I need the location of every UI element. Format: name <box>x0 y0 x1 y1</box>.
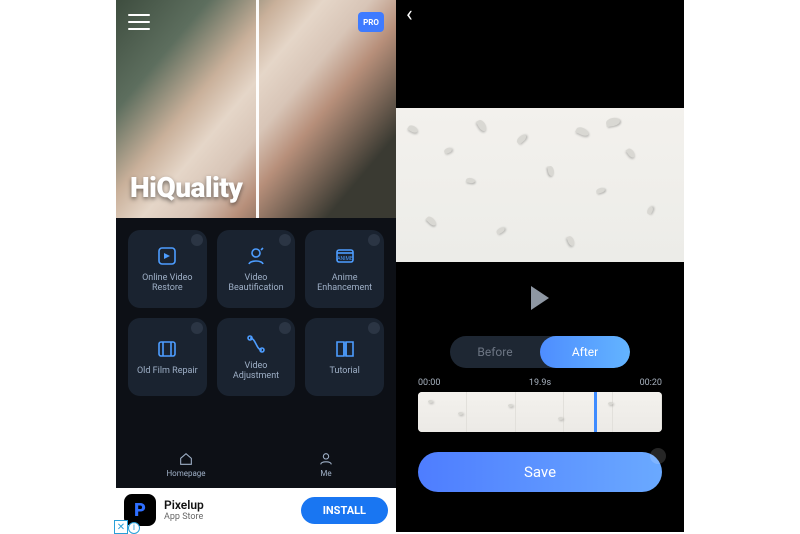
ad-app-icon: P <box>124 494 156 526</box>
toggle-after[interactable]: After <box>540 336 630 368</box>
save-badge-icon <box>650 448 666 464</box>
app-title: HiQuality <box>130 171 242 204</box>
tile-tutorial[interactable]: Tutorial <box>305 318 384 396</box>
tile-video-adjustment[interactable]: Video Adjustment <box>217 318 296 396</box>
anime-icon: ANIME <box>333 244 357 268</box>
playhead[interactable] <box>594 392 597 432</box>
tile-label: Video Beautification <box>217 274 296 294</box>
ad-banner[interactable]: ✕ i P Pixelup App Store INSTALL <box>116 488 396 532</box>
tile-anime-enhancement[interactable]: ANIME Anime Enhancement <box>305 230 384 308</box>
compare-divider[interactable] <box>256 0 259 218</box>
back-icon[interactable]: ‹ <box>406 4 413 26</box>
hero-banner: PRO HiQuality <box>116 0 396 218</box>
save-button[interactable]: Save <box>418 452 662 492</box>
nav-me[interactable]: Me <box>256 440 396 488</box>
before-after-toggle: Before After <box>450 336 630 368</box>
pro-badge[interactable]: PRO <box>358 12 384 32</box>
timeline-track[interactable] <box>418 392 662 432</box>
time-start: 00:00 <box>418 378 440 388</box>
ad-subtitle: App Store <box>164 512 204 522</box>
toggle-before[interactable]: Before <box>450 336 540 368</box>
ad-info-icon[interactable]: i <box>128 522 140 534</box>
tile-label: Old Film Repair <box>133 367 202 377</box>
time-end: 00:20 <box>640 378 662 388</box>
tile-label: Anime Enhancement <box>305 274 384 294</box>
play-icon[interactable] <box>531 286 549 310</box>
ad-title: Pixelup <box>164 498 204 512</box>
video-preview[interactable] <box>396 108 684 262</box>
time-current: 19.9s <box>529 378 551 388</box>
bottom-nav: Homepage Me <box>116 440 396 488</box>
feature-grid: Online Video Restore Video Beautificatio… <box>116 218 396 396</box>
tile-old-film-repair[interactable]: Old Film Repair <box>128 318 207 396</box>
film-repair-icon <box>155 337 179 361</box>
tile-label: Tutorial <box>326 367 364 377</box>
tile-video-beautification[interactable]: Video Beautification <box>217 230 296 308</box>
person-icon <box>318 451 334 467</box>
adjust-icon <box>244 332 268 356</box>
beautify-icon <box>244 244 268 268</box>
home-icon <box>178 451 194 467</box>
editor-screen: ‹ Before After 00:00 <box>396 0 684 532</box>
tile-label: Online Video Restore <box>128 274 207 294</box>
book-icon <box>333 337 357 361</box>
nav-homepage[interactable]: Homepage <box>116 440 256 488</box>
menu-icon[interactable] <box>128 14 150 30</box>
save-label: Save <box>524 463 556 481</box>
timeline: 00:00 19.9s 00:20 <box>418 378 662 432</box>
restore-icon <box>155 244 179 268</box>
svg-text:ANIME: ANIME <box>337 256 353 262</box>
tile-label: Video Adjustment <box>217 362 296 382</box>
tile-online-video-restore[interactable]: Online Video Restore <box>128 230 207 308</box>
home-screen: PRO HiQuality Online Video Restore Video… <box>116 0 396 532</box>
nav-label: Homepage <box>166 469 205 478</box>
nav-label: Me <box>320 469 331 478</box>
ad-install-button[interactable]: INSTALL <box>301 497 388 524</box>
